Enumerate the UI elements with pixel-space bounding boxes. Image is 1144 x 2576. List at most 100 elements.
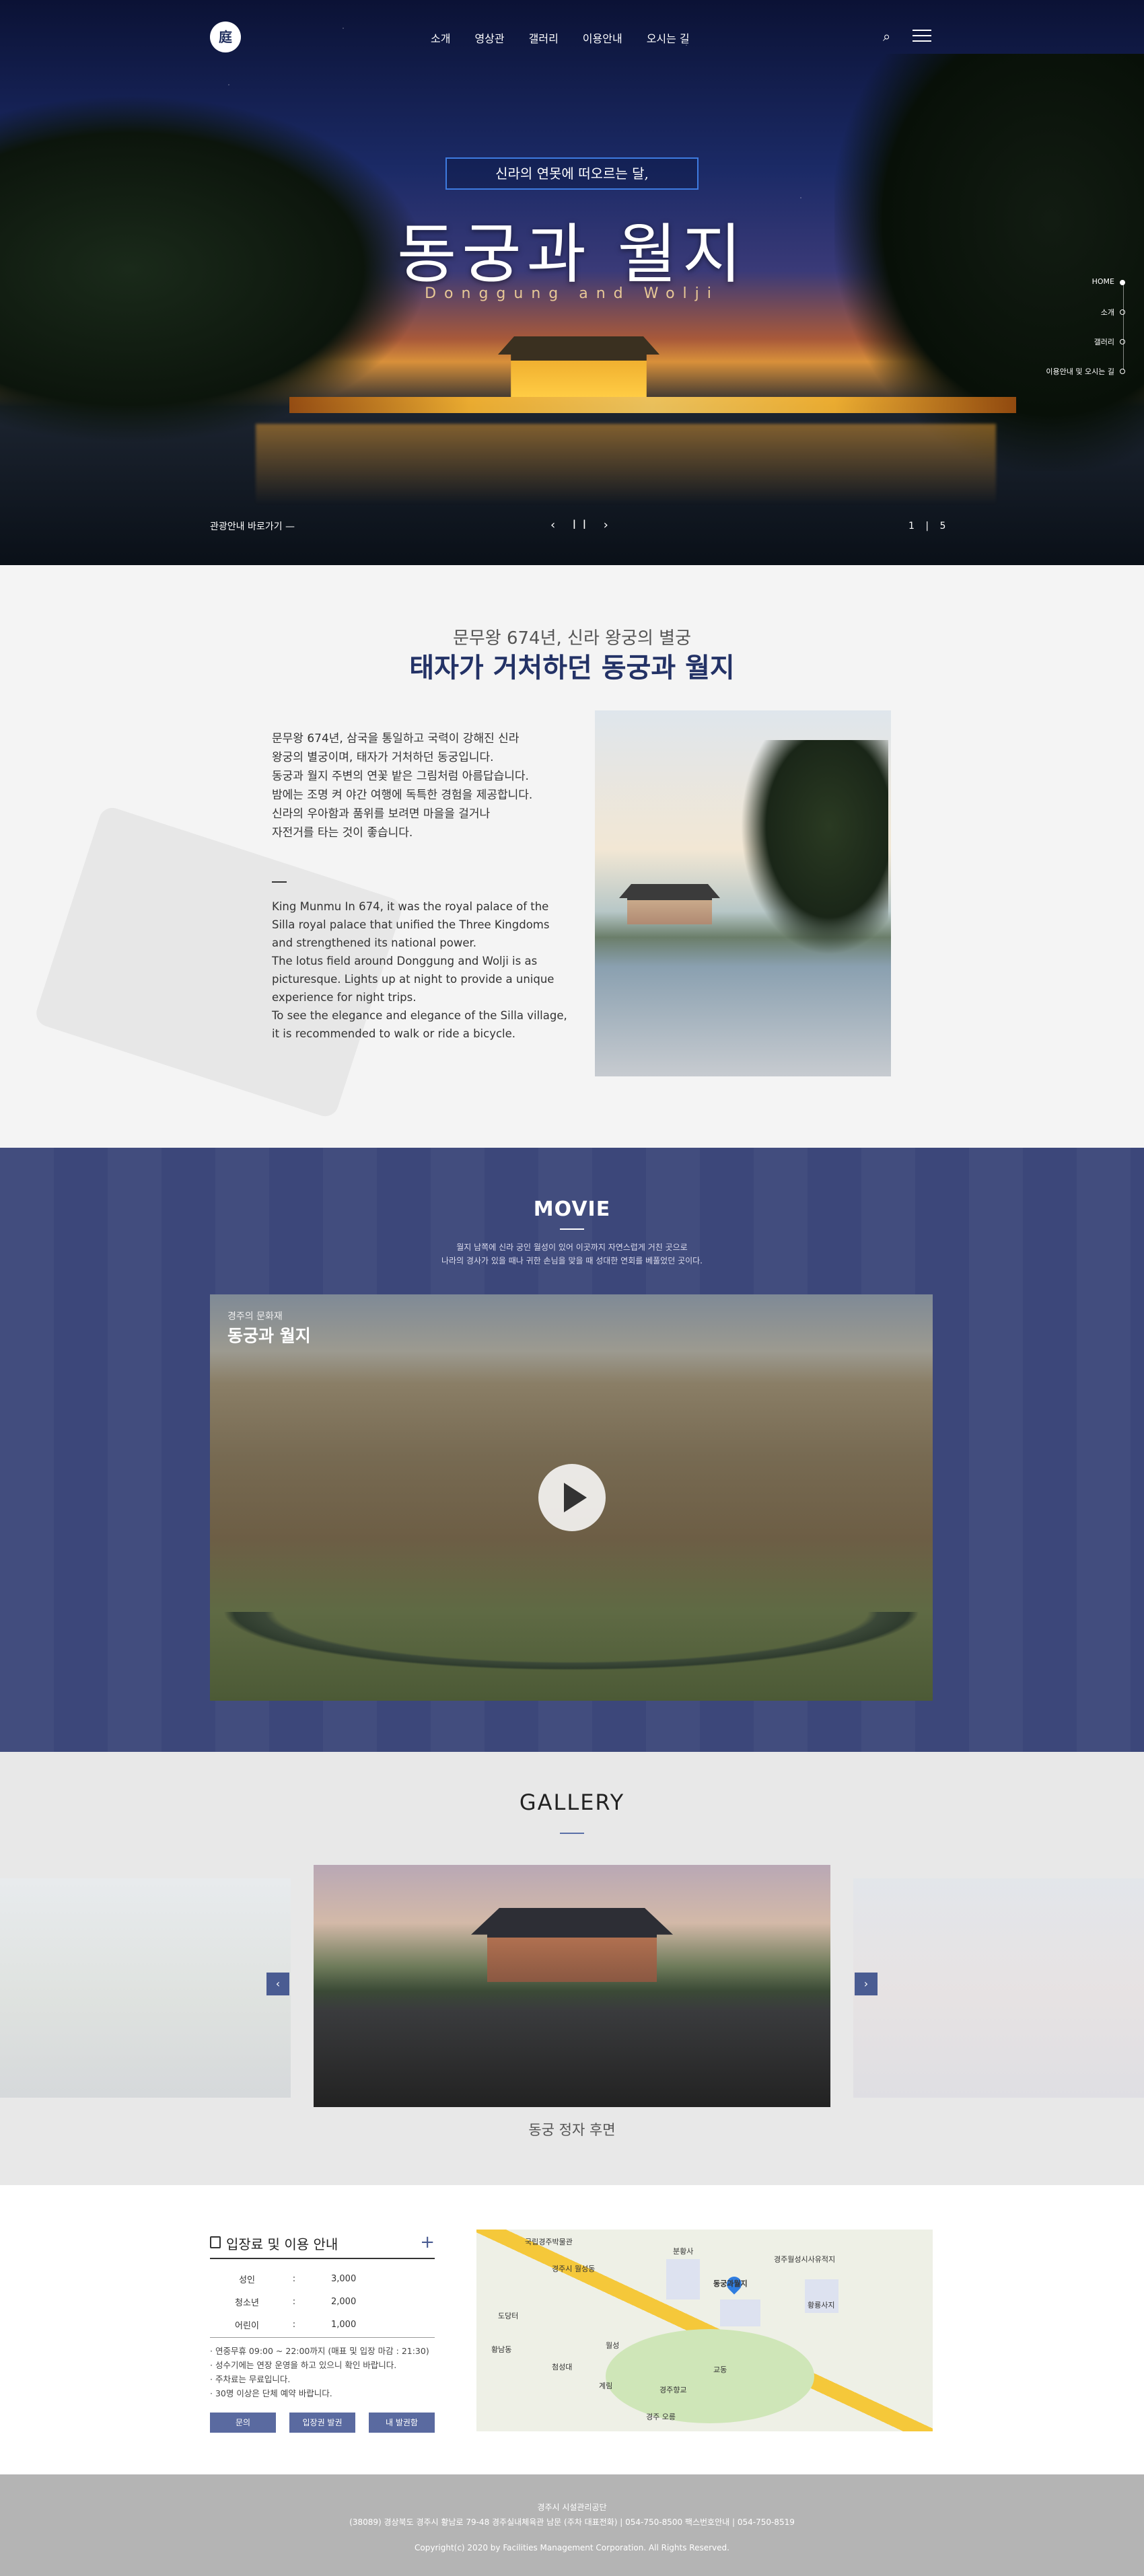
map-label: 교동 xyxy=(713,2365,727,2374)
fee-label: 어린이 xyxy=(235,2320,259,2331)
menu-item-gallery[interactable]: 갤러리 xyxy=(529,30,559,46)
fee-row: 어린이: 1,000 xyxy=(210,2313,435,2336)
map-label: 황룡사지 xyxy=(808,2301,835,2310)
lit-walls xyxy=(289,397,1016,413)
slider-controls[interactable]: ‹ ll › xyxy=(550,518,615,532)
fee-value: 3,000 xyxy=(331,2273,357,2284)
fee-sep: : xyxy=(292,2273,296,2284)
note-line: · 30명 이상은 단체 예약 바랍니다. xyxy=(210,2388,332,2398)
en-line: The lotus field around Donggung and Wolj… xyxy=(272,955,538,967)
note-line: · 성수기에는 연장 운영을 하고 있으니 확인 바랍니다. xyxy=(210,2360,397,2370)
video-caption-title: 동궁과 월지 xyxy=(227,1326,311,1346)
map-label: 도당터 xyxy=(498,2312,519,2320)
hero-title: 동궁과 월지 xyxy=(396,217,748,292)
video-river xyxy=(210,1612,933,1672)
hero-tagline: 신라의 연못에 떠오르는 달, xyxy=(445,157,699,190)
book-icon xyxy=(210,2236,221,2248)
title-underline xyxy=(560,1833,584,1834)
title-underline xyxy=(560,1228,584,1230)
inquiry-button[interactable]: 문의 xyxy=(210,2413,276,2433)
en-line: experience for night trips. xyxy=(272,991,417,1004)
search-icon[interactable]: ⌕ xyxy=(883,28,890,44)
en-line: it is recommended to walk or ride a bicy… xyxy=(272,1027,516,1040)
menu-item-movie[interactable]: 영상관 xyxy=(474,30,504,46)
map-label: 계림 xyxy=(599,2382,613,2390)
info-header: 입장료 및 이용 안내 + xyxy=(210,2232,435,2252)
en-line: and strengthened its national power. xyxy=(272,936,477,949)
movie-section: MOVIE 월지 남쪽에 신라 궁인 월성이 있어 이곳까지 자연스럽게 거친 … xyxy=(0,1148,1144,1752)
ticket-issue-button[interactable]: 입장권 발권 xyxy=(289,2413,355,2433)
divider xyxy=(272,881,287,883)
map-label: 경주월성시사유적지 xyxy=(774,2255,836,2264)
menu-item-intro[interactable]: 소개 xyxy=(431,30,450,46)
gallery-title: GALLERY xyxy=(519,1790,625,1815)
plus-icon[interactable]: + xyxy=(420,2232,435,2252)
en-line: Silla royal palace that unified the Thre… xyxy=(272,918,550,931)
intro-title: 태자가 거처하던 동궁과 월지 xyxy=(409,653,735,684)
map-label: 첨성대 xyxy=(552,2363,573,2371)
intro-section: 문무왕 674년, 신라 왕궁의 별궁 태자가 거처하던 동궁과 월지 문무왕 … xyxy=(0,565,1144,1148)
fee-table: 성인: 3,000 청소년: 2,000 어린이: 1,000 xyxy=(210,2267,435,2336)
water-reflection xyxy=(256,424,996,505)
hamburger-icon[interactable] xyxy=(913,30,931,42)
info-notes: · 연중무휴 09:00 ~ 22:00까지 (매표 및 입장 마감 : 21:… xyxy=(210,2344,439,2400)
map-block xyxy=(666,2259,700,2299)
side-nav: HOME 소개 갤러리 이용안내 및 오시는 길 xyxy=(1046,277,1125,396)
gallery-slide-active[interactable] xyxy=(314,1865,830,2107)
note-line: · 연중무휴 09:00 ~ 22:00까지 (매표 및 입장 마감 : 21:… xyxy=(210,2346,429,2356)
en-line: King Munmu In 674, it was the royal pala… xyxy=(272,900,549,913)
side-nav-gallery[interactable]: 갤러리 xyxy=(1046,336,1125,366)
gallery-slide-next[interactable] xyxy=(853,1878,1144,2098)
ko-line: 문무왕 674년, 삼국을 통일하고 국력이 강해진 신라 xyxy=(272,732,520,745)
ko-line: 자전거를 타는 것이 좋습니다. xyxy=(272,826,413,840)
footer-address: (38089) 경상북도 경주시 황남로 79-48 경주실내체육관 남문 (주… xyxy=(349,2517,795,2527)
hero-subtitle: Donggung and Wolji xyxy=(425,285,719,302)
map-park xyxy=(606,2329,814,2423)
movie-title: MOVIE xyxy=(533,1198,611,1221)
my-tickets-button[interactable]: 내 발권함 xyxy=(369,2413,435,2433)
intro-korean-text: 문무왕 674년, 삼국을 통일하고 국력이 강해진 신라 왕궁의 별궁이며, … xyxy=(272,729,568,842)
gallery-prev-button[interactable]: ‹ xyxy=(266,1973,289,1995)
en-line: To see the elegance and elegance of the … xyxy=(272,1009,567,1022)
divider xyxy=(210,2258,435,2259)
info-title: 입장료 및 이용 안내 xyxy=(226,2236,338,2252)
main-menu: 소개 영상관 갤러리 이용안내 오시는 길 xyxy=(431,30,690,46)
menu-item-info[interactable]: 이용안내 xyxy=(583,30,622,46)
map-label: 경주 오릉 xyxy=(646,2413,676,2421)
map-label: 분황사 xyxy=(673,2247,694,2256)
fee-value: 1,000 xyxy=(331,2319,357,2330)
fee-row: 성인: 3,000 xyxy=(210,2267,435,2290)
map-label: 국립경주박물관 xyxy=(525,2238,573,2246)
ko-line: 밤에는 조명 켜 야간 여행에 독특한 경험을 제공합니다. xyxy=(272,788,533,802)
movie-description: 월지 남쪽에 신라 궁인 월성이 있어 이곳까지 자연스럽게 거친 곳으로 나라… xyxy=(0,1241,1144,1267)
ko-line: 왕궁의 별궁이며, 태자가 거처하던 동궁입니다. xyxy=(272,751,494,764)
info-section: 입장료 및 이용 안내 + 성인: 3,000 청소년: 2,000 어린이: 1,0… xyxy=(0,2185,1144,2474)
desc-line: 월지 남쪽에 신라 궁인 월성이 있어 이곳까지 자연스럽게 거친 곳으로 xyxy=(456,1243,688,1252)
side-nav-info[interactable]: 이용안내 및 오시는 길 xyxy=(1046,366,1125,396)
footer-copyright: Copyright(c) 2020 by Facilities Manageme… xyxy=(415,2543,729,2552)
divider xyxy=(210,2337,435,2338)
gallery-next-button[interactable]: › xyxy=(855,1973,878,1995)
slide-pager: 1 | 5 xyxy=(908,521,950,531)
fee-sep: : xyxy=(292,2319,296,2330)
menu-item-directions[interactable]: 오시는 길 xyxy=(647,30,690,46)
ko-line: 신라의 우아함과 품위를 보려면 마을을 걸거나 xyxy=(272,807,491,821)
side-nav-home[interactable]: HOME xyxy=(1046,277,1125,307)
gallery-pavilion xyxy=(471,1908,673,1982)
footer-org: 경주시 시설관리공단 xyxy=(537,2503,607,2512)
info-buttons: 문의 입장권 발권 내 발권함 xyxy=(210,2413,435,2433)
logo[interactable]: 庭 xyxy=(210,22,241,52)
map-label: 경주향교 xyxy=(659,2386,687,2394)
fee-label: 청소년 xyxy=(235,2297,259,2308)
gallery-slide-prev[interactable] xyxy=(0,1878,291,2098)
intro-photo-tree xyxy=(740,740,888,955)
side-nav-intro[interactable]: 소개 xyxy=(1046,307,1125,336)
en-line: picturesque. Lights up at night to provi… xyxy=(272,973,555,986)
play-icon[interactable] xyxy=(538,1464,606,1531)
desc-line: 나라의 경사가 있을 때나 귀한 손님을 맞을 때 성대한 연회를 베풀었던 곳… xyxy=(441,1256,703,1265)
top-nav: 庭 소개 영상관 갤러리 이용안내 오시는 길 ⌕ xyxy=(0,13,1144,52)
gallery-section: GALLERY ‹ › 동궁 정자 후면 xyxy=(0,1752,1144,2185)
fee-sep: : xyxy=(292,2296,296,2307)
gallery-caption: 동궁 정자 후면 xyxy=(528,2122,616,2138)
guide-link[interactable]: 관광안내 바로가기 — xyxy=(210,519,295,533)
